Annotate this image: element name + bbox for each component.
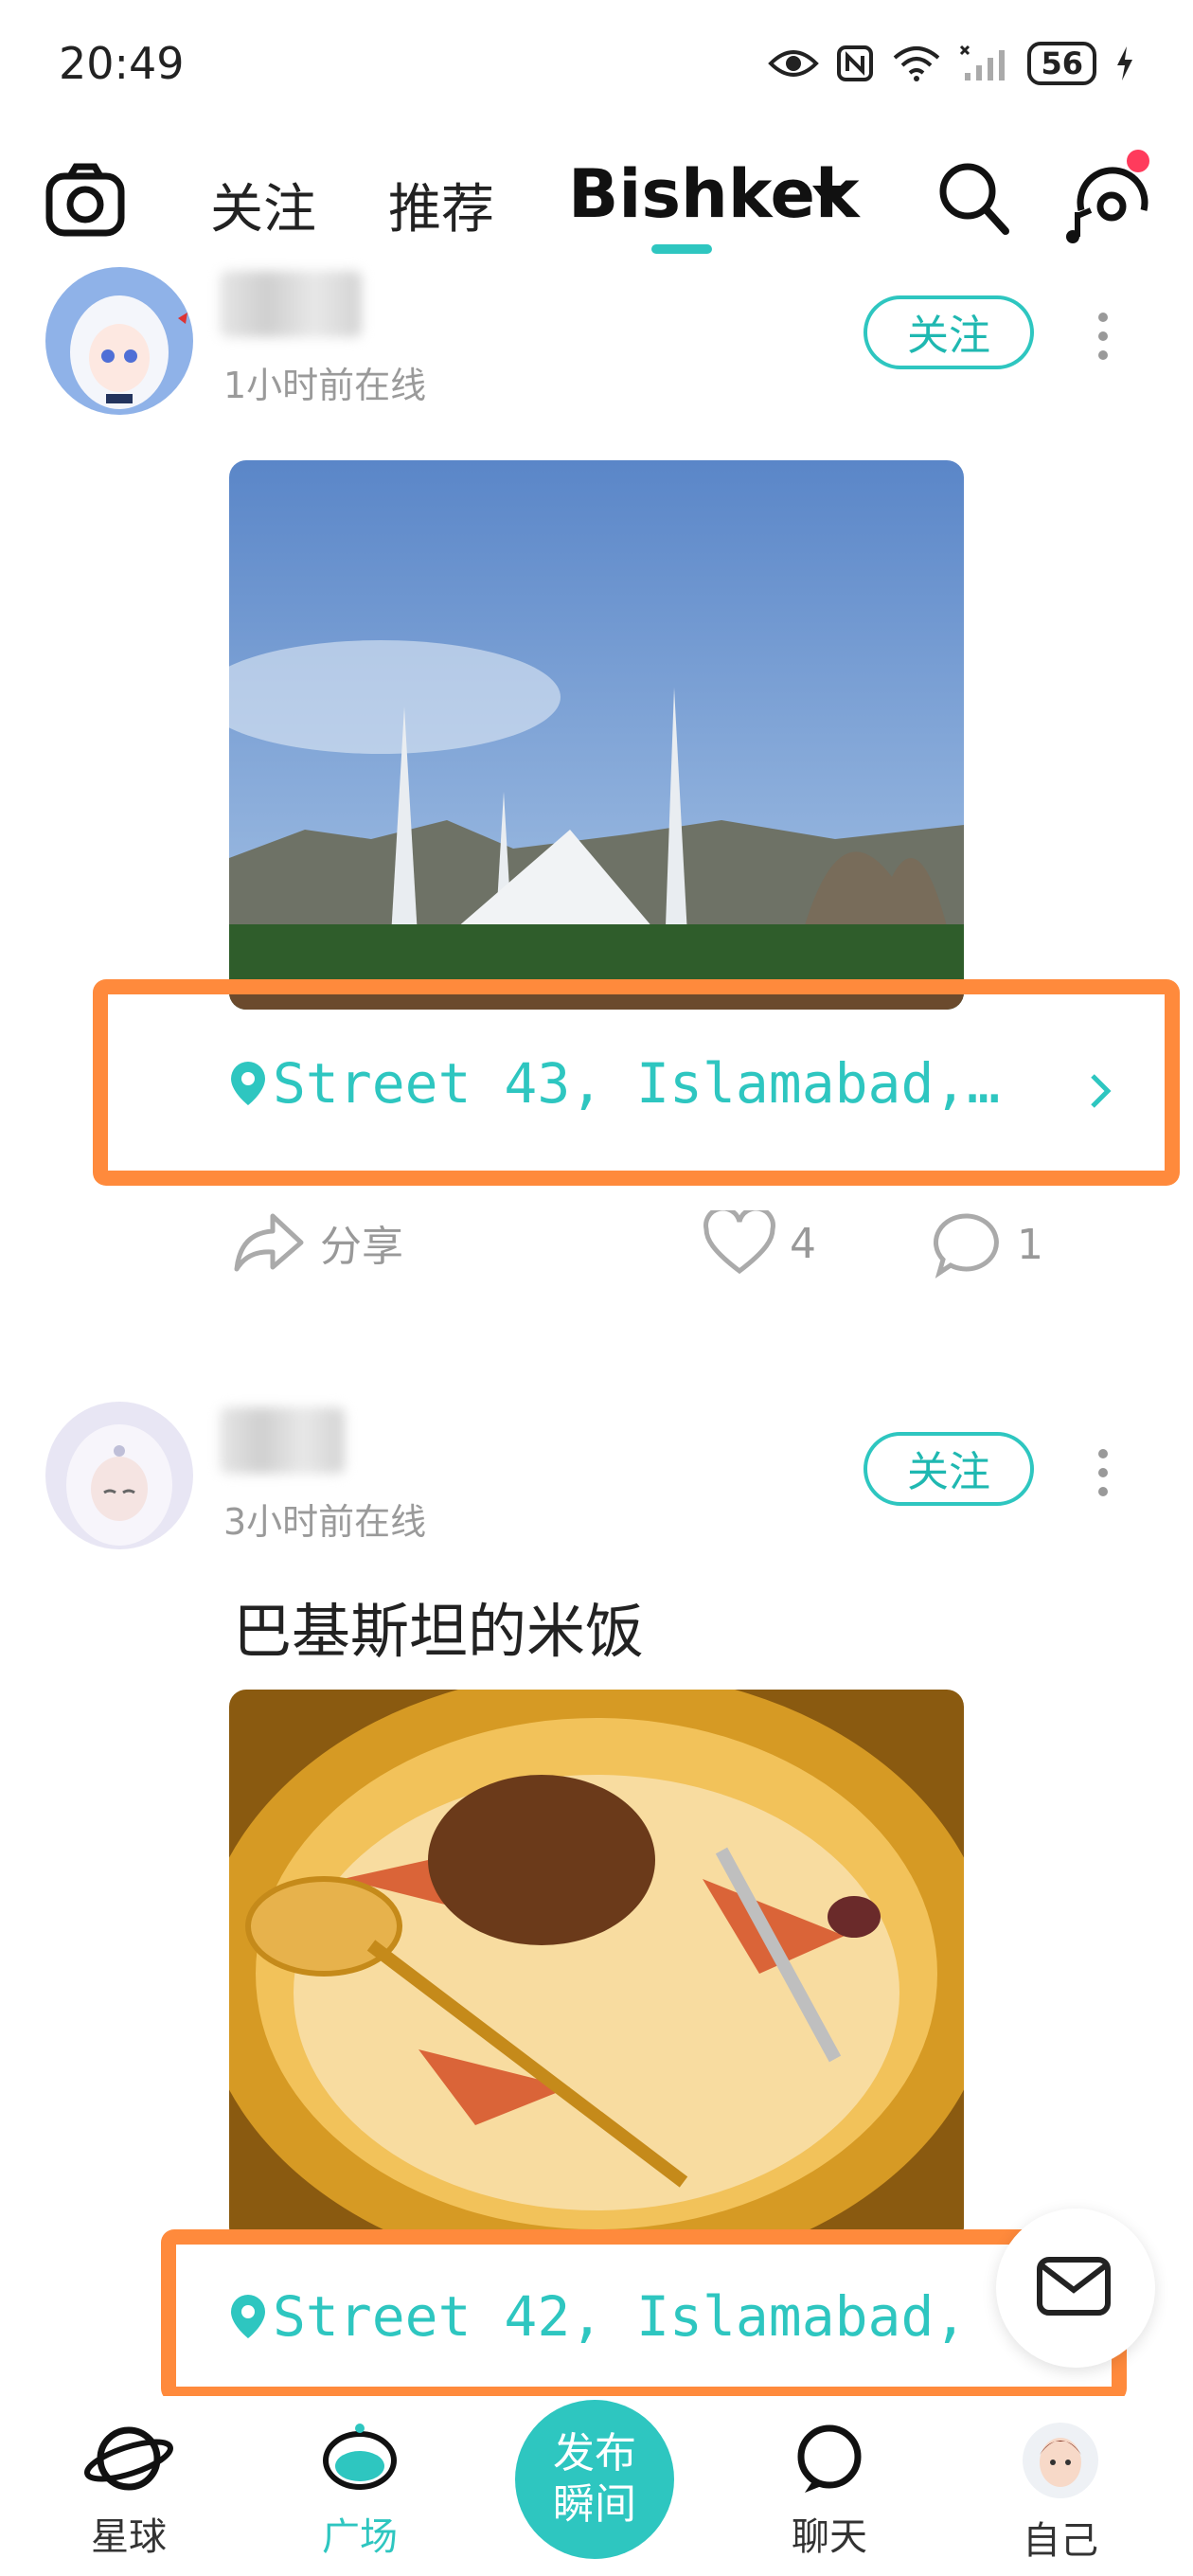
comment-icon: [933, 1213, 999, 1279]
heart-icon: [703, 1210, 775, 1275]
location-link[interactable]: Street 43, Islamabad,…: [229, 1051, 1119, 1116]
location-link[interactable]: Street 42, Islamabad,: [229, 2284, 1034, 2349]
envelope-icon: [1037, 2257, 1111, 2316]
tab-recommend[interactable]: 推荐: [388, 167, 494, 243]
comment-count: 1: [1017, 1220, 1043, 1269]
publish-label: 发布瞬间: [553, 2429, 636, 2529]
post-photo[interactable]: [229, 460, 964, 1010]
nfc-icon: [837, 45, 874, 81]
chat-icon: [797, 2424, 862, 2493]
camera-icon[interactable]: [44, 159, 127, 242]
user-avatar[interactable]: [45, 267, 193, 415]
anime-avatar-icon: [45, 267, 193, 415]
eye-icon: [768, 50, 820, 77]
profile-avatar: [1023, 2423, 1098, 2498]
search-icon[interactable]: [935, 159, 1011, 239]
comment-button[interactable]: 1: [932, 1210, 1043, 1279]
post-photo[interactable]: [229, 1690, 964, 2245]
publish-moment-button[interactable]: 发布瞬间: [515, 2400, 674, 2559]
location-pin-icon: [231, 1062, 265, 1105]
mosque-photo: [229, 460, 964, 1010]
battery-level: 56: [1027, 42, 1096, 85]
wifi-icon: [894, 46, 940, 81]
status-time: 20:49: [59, 38, 185, 89]
share-icon: [234, 1213, 304, 1272]
user-avatar[interactable]: [45, 1402, 193, 1549]
signal-icon: [960, 45, 1006, 80]
tab-follow[interactable]: 关注: [210, 167, 316, 243]
like-button[interactable]: 4: [703, 1210, 816, 1277]
status-icons: 56: [768, 42, 1136, 85]
nav-label: 聊天: [792, 2515, 867, 2559]
online-status: 3小时前在线: [223, 1501, 427, 1543]
anime-avatar-icon: [45, 1402, 193, 1549]
nav-label: 自己: [1023, 2519, 1098, 2563]
nav-profile[interactable]: 自己: [985, 2421, 1136, 2565]
share-label: 分享: [320, 1223, 403, 1271]
nav-chat[interactable]: 聊天: [754, 2421, 905, 2561]
rice-dish-photo: [229, 1690, 964, 2245]
blurred-username: [220, 271, 362, 337]
follow-button[interactable]: 关注: [864, 295, 1034, 369]
more-options-icon[interactable]: [1098, 313, 1110, 369]
follow-button[interactable]: 关注: [864, 1432, 1034, 1506]
more-options-icon[interactable]: [1098, 1449, 1110, 1506]
square-icon: [323, 2424, 397, 2490]
planet-icon: [84, 2426, 173, 2491]
active-tab-indicator: [651, 244, 712, 254]
chevron-right-icon[interactable]: [1087, 1070, 1115, 1112]
location-text: Street 43, Islamabad,…: [273, 1051, 1001, 1116]
post-caption: 巴基斯坦的米饭: [233, 1597, 645, 1666]
notification-dot: [1127, 150, 1149, 172]
message-float-button[interactable]: [996, 2209, 1155, 2368]
blurred-username: [220, 1407, 345, 1474]
nav-planet[interactable]: 星球: [53, 2421, 205, 2561]
like-count: 4: [790, 1219, 816, 1268]
online-status: 1小时前在线: [223, 365, 427, 406]
location-pin-icon: [231, 2295, 265, 2338]
nav-label: 广场: [322, 2515, 398, 2559]
nav-square[interactable]: 广场: [284, 2421, 436, 2561]
charging-icon: [1117, 46, 1132, 80]
nav-label: 星球: [91, 2515, 167, 2559]
share-button[interactable]: 分享: [231, 1210, 403, 1275]
location-text: Street 42, Islamabad,: [273, 2284, 968, 2349]
caret-down-icon[interactable]: [812, 186, 843, 205]
